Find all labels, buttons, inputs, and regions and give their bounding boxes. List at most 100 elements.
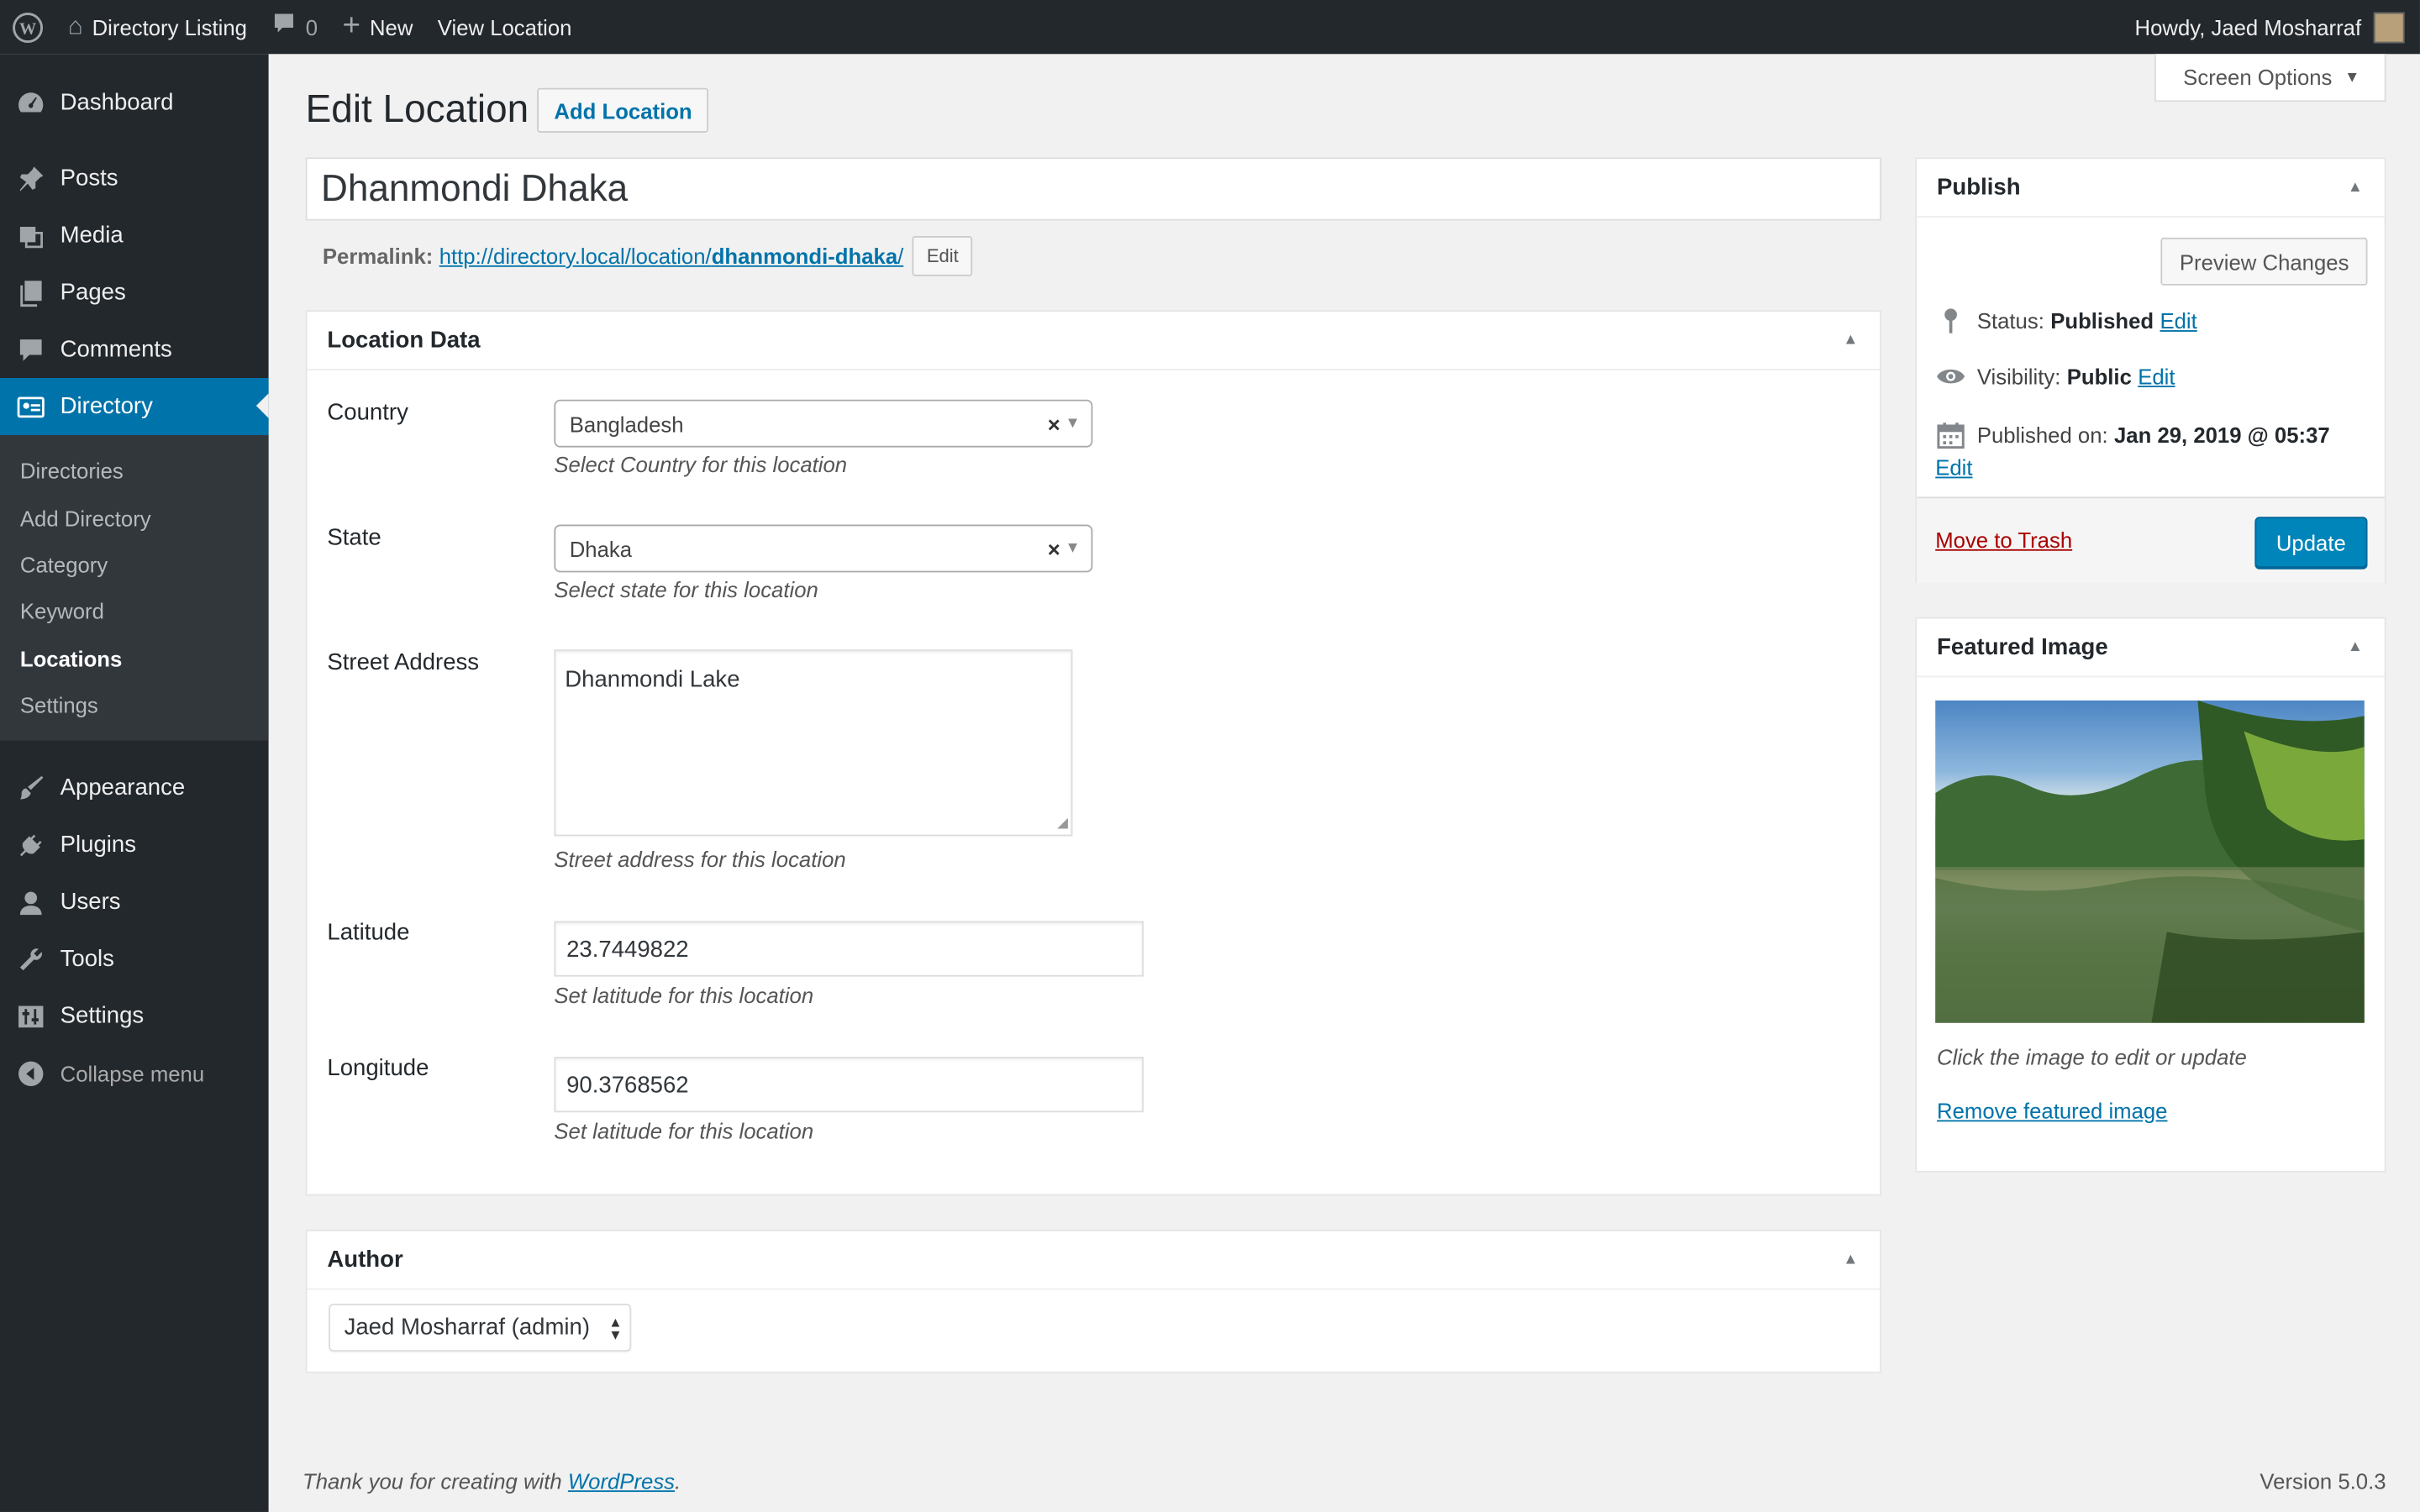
account-menu[interactable]: Howdy, Jaed Mosharraf — [2123, 0, 2420, 54]
country-label: Country — [327, 399, 408, 426]
state-select[interactable]: Dhaka × ▼ — [554, 524, 1093, 573]
comment-bubble-icon — [271, 11, 296, 44]
screen-options-label: Screen Options — [2183, 65, 2333, 90]
collapse-triangle-icon[interactable]: ▲ — [1843, 332, 1858, 349]
sidebar-label-plugins: Plugins — [60, 832, 137, 858]
submenu-item-keyword[interactable]: Keyword — [0, 588, 269, 635]
clear-selection-icon[interactable]: × — [1048, 536, 1060, 560]
paintbrush-icon — [15, 773, 46, 804]
country-select[interactable]: Bangladesh × ▼ — [554, 399, 1093, 448]
publish-header[interactable]: Publish ▲ — [1917, 159, 2385, 218]
featured-image-caption: Click the image to edit or update — [1937, 1044, 2247, 1069]
featured-image-thumbnail[interactable] — [1935, 700, 2365, 1023]
published-on-value: Jan 29, 2019 @ 05:37 — [2113, 423, 2330, 448]
site-name-link[interactable]: ⌂ Directory Listing — [55, 0, 260, 54]
footer-thanks-prefix: Thank you for creating with — [302, 1468, 568, 1494]
permalink-link[interactable]: http://directory.local/location/dhanmond… — [439, 244, 904, 268]
permalink-label: Permalink: — [322, 244, 434, 269]
svg-text:W: W — [19, 18, 36, 37]
edit-date-link[interactable]: Edit — [1935, 455, 1972, 480]
preview-changes-button[interactable]: Preview Changes — [2160, 237, 2368, 286]
sidebar-item-pages[interactable]: Pages — [0, 264, 269, 321]
comments-icon — [15, 334, 46, 365]
collapse-arrow-icon — [15, 1058, 46, 1089]
wordpress-link[interactable]: WordPress — [568, 1469, 675, 1494]
published-on-row: Published on: Jan 29, 2019 @ 05:37 — [1935, 421, 2330, 449]
clear-selection-icon[interactable]: × — [1048, 411, 1060, 435]
sidebar-item-tools[interactable]: Tools — [0, 931, 269, 988]
submenu-item-settings[interactable]: Settings — [0, 682, 269, 729]
add-location-button[interactable]: Add Location — [537, 87, 709, 133]
edit-visibility-link[interactable]: Edit — [2138, 364, 2175, 388]
permalink-base: http://directory.local/location/ — [439, 244, 712, 269]
sidebar-label-dashboard: Dashboard — [60, 89, 174, 116]
sidebar-item-settings[interactable]: Settings — [0, 988, 269, 1045]
longitude-description: Set latitude for this location — [554, 1118, 814, 1143]
publish-actions: Move to Trash Update — [1917, 496, 2385, 584]
submenu-item-locations[interactable]: Locations — [0, 635, 269, 682]
move-to-trash-link[interactable]: Move to Trash — [1935, 528, 2072, 552]
page-title: Edit Location — [305, 87, 529, 132]
plug-icon — [15, 830, 46, 861]
new-content-link[interactable]: + New — [330, 0, 425, 54]
pushpin-icon — [15, 163, 46, 194]
directory-submenu: Directories Add Directory Category Keywo… — [0, 434, 269, 742]
collapse-menu-button[interactable]: Collapse menu — [0, 1045, 269, 1102]
update-button[interactable]: Update — [2254, 517, 2368, 568]
submenu-item-directories[interactable]: Directories — [0, 448, 269, 495]
publish-title: Publish — [1937, 174, 2021, 201]
settings-sliders-icon — [15, 1001, 46, 1032]
dropdown-arrow-icon: ▼ — [1065, 539, 1081, 558]
admin-sidebar: Dashboard Posts Media Pages Comments Dir… — [0, 54, 269, 1512]
collapse-triangle-icon[interactable]: ▲ — [2348, 179, 2363, 196]
howdy-text: Howdy, Jaed Mosharraf — [2134, 14, 2362, 39]
author-header[interactable]: Author ▲ — [307, 1231, 1881, 1290]
latitude-input[interactable]: 23.7449822 — [554, 921, 1144, 977]
sidebar-item-comments[interactable]: Comments — [0, 321, 269, 378]
location-data-title: Location Data — [327, 327, 481, 354]
street-address-description: Street address for this location — [554, 847, 846, 872]
plus-icon: + — [342, 9, 360, 44]
sidebar-item-media[interactable]: Media — [0, 207, 269, 264]
directory-card-icon — [15, 391, 46, 423]
published-on-label: Published on: — [1976, 423, 2108, 448]
sidebar-item-directory[interactable]: Directory — [0, 377, 269, 435]
street-address-label: Street Address — [327, 649, 480, 676]
sidebar-item-dashboard[interactable]: Dashboard — [0, 74, 269, 131]
edit-slug-button[interactable]: Edit — [913, 236, 973, 276]
sidebar-item-users[interactable]: Users — [0, 874, 269, 931]
sidebar-item-posts[interactable]: Posts — [0, 150, 269, 207]
latitude-label: Latitude — [327, 919, 410, 946]
submenu-item-category[interactable]: Category — [0, 541, 269, 588]
main-content: Screen Options ▼ Edit Location Add Locat… — [269, 54, 2420, 1512]
screen-options-button[interactable]: Screen Options ▼ — [2154, 54, 2386, 102]
state-label: State — [327, 524, 381, 551]
author-title: Author — [327, 1247, 403, 1273]
visibility-value: Public — [2066, 364, 2132, 389]
featured-image-header[interactable]: Featured Image ▲ — [1917, 619, 2385, 678]
wordpress-logo-icon[interactable]: W — [0, 0, 55, 54]
sidebar-item-appearance[interactable]: Appearance — [0, 759, 269, 816]
permalink-slug: dhanmondi-dhaka — [711, 244, 898, 269]
author-select[interactable]: Jaed Mosharraf (admin) ▲ ▼ — [329, 1304, 632, 1352]
post-title-input[interactable]: Dhanmondi Dhaka — [305, 157, 1881, 221]
collapse-triangle-icon[interactable]: ▲ — [2348, 638, 2363, 655]
comments-count: 0 — [305, 14, 318, 39]
remove-featured-image-link[interactable]: Remove featured image — [1937, 1099, 2167, 1123]
sidebar-label-directory: Directory — [60, 393, 153, 420]
comments-link[interactable]: 0 — [260, 0, 330, 54]
visibility-label: Visibility: — [1976, 364, 2061, 389]
longitude-label: Longitude — [327, 1055, 429, 1082]
sidebar-label-media: Media — [60, 222, 124, 249]
collapse-triangle-icon[interactable]: ▲ — [1843, 1252, 1858, 1268]
avatar — [2373, 11, 2405, 43]
select-updown-icon: ▲ ▼ — [608, 1313, 623, 1342]
street-address-textarea[interactable]: Dhanmondi Lake ◢ — [554, 649, 1073, 837]
longitude-input[interactable]: 90.3768562 — [554, 1057, 1144, 1113]
view-location-link[interactable]: View Location — [425, 0, 584, 54]
submenu-item-add-directory[interactable]: Add Directory — [0, 494, 269, 541]
edit-status-link[interactable]: Edit — [2160, 308, 2196, 333]
sidebar-item-plugins[interactable]: Plugins — [0, 816, 269, 874]
location-data-header[interactable]: Location Data ▲ — [307, 312, 1881, 370]
resize-grip-icon[interactable]: ◢ — [1057, 815, 1068, 832]
